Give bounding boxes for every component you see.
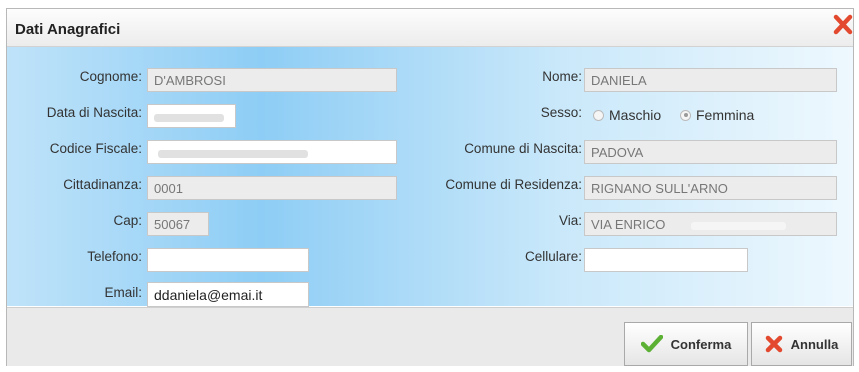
via-value: VIA ENRICO	[591, 217, 666, 232]
radio-checked-icon	[680, 109, 691, 121]
conferma-button[interactable]: Conferma	[624, 322, 748, 366]
telefono-label: Telefono:	[87, 249, 142, 264]
close-icon[interactable]	[833, 14, 853, 36]
dialog-titlebar: Dati Anagrafici	[7, 9, 853, 47]
cognome-field[interactable]: D'AMBROSI	[147, 68, 397, 92]
cap-label: Cap:	[113, 213, 142, 228]
comune-nascita-field[interactable]: PADOVA	[584, 140, 837, 164]
nome-field[interactable]: DANIELA	[584, 68, 837, 92]
radio-unchecked-icon	[593, 109, 604, 121]
nome-label: Nome:	[542, 69, 582, 84]
email-field[interactable]: ddaniela@emai.it	[147, 282, 309, 307]
codice-fiscale-field[interactable]	[147, 140, 397, 164]
cittadinanza-field[interactable]: 0001	[147, 176, 397, 200]
form-panel: Cognome: D'AMBROSI Nome: DANIELA Data di…	[7, 47, 853, 307]
dialog-title: Dati Anagrafici	[15, 21, 121, 38]
sesso-maschio-radio[interactable]: Maschio	[593, 107, 661, 123]
x-icon	[765, 335, 782, 353]
comune-nascita-label: Comune di Nascita:	[464, 141, 582, 156]
telefono-field[interactable]	[147, 248, 309, 272]
femmina-label: Femmina	[696, 107, 755, 123]
cellulare-label: Cellulare:	[524, 249, 582, 264]
conferma-label: Conferma	[670, 336, 732, 352]
comune-residenza-field[interactable]: RIGNANO SULL'ARNO	[584, 176, 837, 200]
sesso-label: Sesso:	[540, 105, 582, 120]
data-nascita-field[interactable]	[147, 104, 236, 128]
via-field[interactable]: VIA ENRICO	[584, 212, 837, 236]
via-label: Via:	[558, 213, 582, 228]
cellulare-field[interactable]	[584, 248, 748, 272]
maschio-label: Maschio	[609, 107, 662, 123]
dati-anagrafici-dialog: Dati Anagrafici Cognome: D'AMBROSI Nome:…	[6, 8, 854, 366]
annulla-button[interactable]: Annulla	[751, 322, 852, 366]
codice-fiscale-label: Codice Fiscale:	[49, 141, 142, 156]
email-label: Email:	[104, 285, 142, 300]
comune-residenza-label: Comune di Residenza:	[445, 177, 582, 192]
dialog-footer: Conferma Annulla	[7, 307, 853, 366]
check-icon	[640, 335, 663, 353]
sesso-femmina-radio[interactable]: Femmina	[680, 107, 754, 123]
data-nascita-label: Data di Nascita:	[46, 105, 142, 120]
cittadinanza-label: Cittadinanza:	[63, 177, 142, 192]
cognome-label: Cognome:	[79, 69, 142, 84]
annulla-label: Annulla	[790, 336, 839, 352]
cap-field[interactable]: 50067	[147, 212, 209, 236]
